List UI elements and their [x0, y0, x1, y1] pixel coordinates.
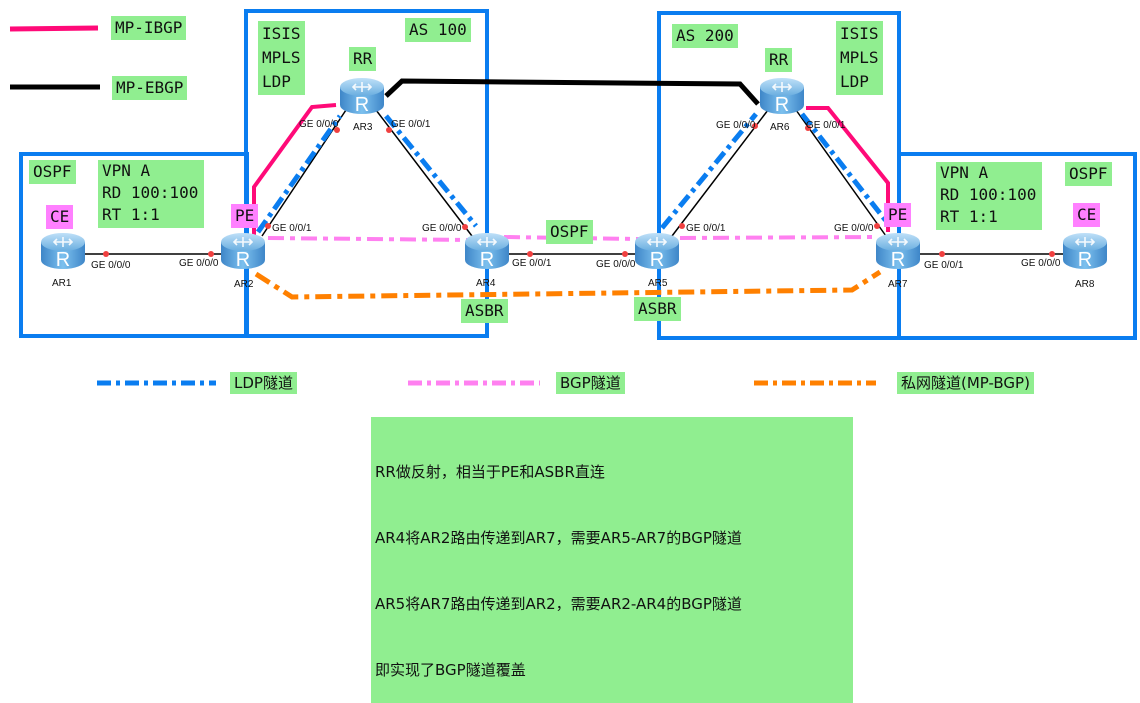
ar7-role-badge: PE: [884, 203, 912, 227]
explanation-note: RR做反射，相当于PE和ASBR直连 AR4将AR2路由传递到AR7，需要AR5…: [371, 417, 853, 703]
as100-protocols: ISIS MPLS LDP: [258, 21, 305, 95]
port-dot: [874, 223, 880, 229]
legend-mp-ibgp-line: [9, 25, 99, 32]
port-dot: [939, 251, 945, 257]
port-dot: [1049, 251, 1055, 257]
router-ar7-name: AR7: [888, 279, 908, 290]
note-line: AR4将AR2路由传递到AR7，需要AR5-AR7的BGP隧道: [375, 529, 742, 547]
ar6-if-ge000: GE 0/0/0: [716, 120, 756, 131]
ar6-if-ge001: GE 0/0/1: [806, 120, 846, 131]
router-ar5-icon[interactable]: [634, 232, 680, 272]
ldp-tunnel-ar2-ar3: [255, 114, 343, 234]
router-ar6-icon[interactable]: [759, 77, 805, 117]
router-ar3-name: AR3: [353, 122, 373, 133]
as200-label: AS 200: [672, 24, 738, 48]
ar2-if-ge001: GE 0/0/1: [272, 223, 312, 234]
right-site-vpn-info: VPN A RD 100:100 RT 1:1: [936, 162, 1043, 230]
ar2-if-ge000: GE 0/0/0: [179, 258, 219, 269]
note-line: AR5将AR7路由传递到AR2，需要AR2-AR4的BGP隧道: [375, 595, 742, 613]
ar2-role-badge: PE: [231, 204, 259, 228]
bgp-tunnel-ar2-ar4: [267, 236, 471, 242]
ar1-role-badge: CE: [46, 205, 74, 229]
port-dot: [462, 224, 468, 230]
note-line: 即实现了BGP隧道覆盖: [375, 661, 526, 679]
port-dot: [679, 223, 685, 229]
ar5-if-ge001: GE 0/0/1: [686, 223, 726, 234]
router-ar1-icon[interactable]: [40, 232, 86, 272]
ar4-if-ge001: GE 0/0/1: [512, 258, 552, 269]
ar3-if-ge000: GE 0/0/0: [299, 119, 339, 130]
port-dot: [103, 251, 109, 257]
ar3-role-badge: RR: [349, 47, 377, 71]
as100-label: AS 100: [405, 18, 471, 42]
router-ar5-name: AR5: [648, 278, 668, 289]
mp-ebgp-session: [384, 78, 760, 106]
ar5-role-badge: ASBR: [634, 297, 681, 321]
ar3-if-ge001: GE 0/0/1: [391, 119, 431, 130]
legend-mp-ibgp-label: MP-IBGP: [111, 16, 187, 40]
ar7-if-ge001: GE 0/0/1: [924, 260, 964, 271]
ldp-tunnel-ar5-ar6: [660, 112, 758, 230]
router-ar4-name: AR4: [476, 278, 496, 289]
router-ar3-icon[interactable]: [339, 77, 385, 117]
right-site-protocol: OSPF: [1065, 162, 1112, 186]
ar4-if-ge000: GE 0/0/0: [422, 223, 462, 234]
router-ar4-icon[interactable]: [464, 232, 510, 272]
router-ar8-icon[interactable]: [1062, 232, 1108, 272]
note-line: RR做反射，相当于PE和ASBR直连: [375, 463, 605, 481]
bgp-tunnel-ar5-ar7: [679, 235, 879, 240]
router-ar2-icon[interactable]: [220, 232, 266, 272]
port-dot: [622, 251, 628, 257]
ar8-role-badge: CE: [1073, 203, 1101, 227]
router-ar1-name: AR1: [52, 278, 72, 289]
router-ar7-icon[interactable]: [875, 232, 921, 272]
ldp-tunnel-ar3-ar4: [384, 114, 478, 228]
left-site-protocol: OSPF: [29, 160, 76, 184]
legend-mp-ebgp-label: MP-EBGP: [112, 76, 188, 100]
ar7-if-ge000: GE 0/0/0: [834, 223, 874, 234]
legend-ldp-tunnel-label: LDP隧道: [230, 372, 297, 394]
inter-as-link-protocol: OSPF: [546, 220, 593, 244]
router-ar8-name: AR8: [1075, 279, 1095, 290]
ar6-role-badge: RR: [765, 48, 793, 72]
port-dot: [208, 251, 214, 257]
ar4-role-badge: ASBR: [461, 299, 508, 323]
left-site-vpn-info: VPN A RD 100:100 RT 1:1: [98, 160, 205, 228]
port-dot: [527, 251, 533, 257]
legend-bgp-tunnel-label: BGP隧道: [556, 372, 625, 394]
router-ar6-name: AR6: [770, 122, 790, 133]
legend-private-tunnel-label: 私网隧道(MP-BGP): [897, 372, 1034, 394]
as200-protocols: ISIS MPLS LDP: [836, 21, 883, 95]
ar1-if-ge000: GE 0/0/0: [91, 260, 131, 271]
port-dot: [265, 223, 271, 229]
private-tunnel-mp-bgp: [254, 269, 882, 300]
ar5-if-ge000: GE 0/0/0: [596, 259, 636, 270]
router-ar2-name: AR2: [234, 279, 254, 290]
ar8-if-ge000: GE 0/0/0: [1021, 258, 1061, 269]
